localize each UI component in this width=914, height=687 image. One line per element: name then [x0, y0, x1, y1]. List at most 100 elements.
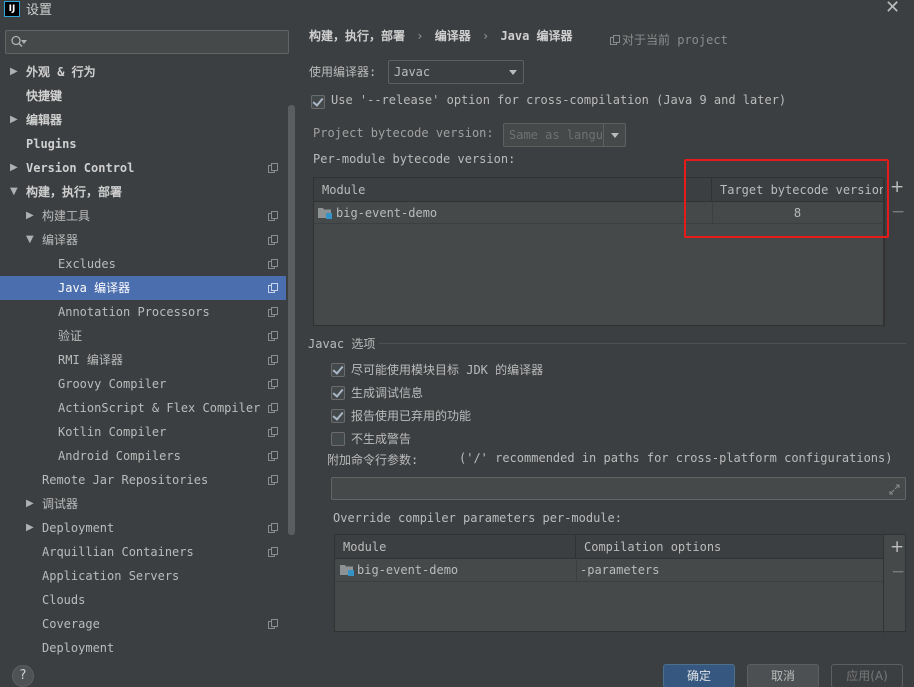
expand-icon[interactable]: [889, 484, 900, 495]
breadcrumb-item[interactable]: 编译器: [435, 29, 471, 43]
breadcrumb-current: Java 编译器: [500, 29, 573, 43]
copy-icon: [268, 451, 278, 461]
sidebar-item[interactable]: ▶ 编辑器: [0, 108, 286, 132]
sidebar-item[interactable]: Kotlin Compiler: [0, 420, 286, 444]
window-title: 设置: [26, 3, 53, 18]
javac-option-checkbox[interactable]: [331, 409, 345, 423]
remove-icon[interactable]: −: [891, 202, 905, 222]
search-input[interactable]: [5, 30, 289, 54]
chevron-right-icon[interactable]: ▶: [10, 156, 22, 180]
javac-option-label: 尽可能使用模块目标 JDK 的编译器: [351, 363, 544, 377]
sidebar-item-label: 构建，执行，部署: [26, 185, 123, 199]
extra-params-hint: ('/' recommended in paths for cross-plat…: [459, 451, 893, 465]
sidebar-item[interactable]: Coverage: [0, 612, 286, 636]
sidebar-item-label: Annotation Processors: [58, 305, 210, 319]
compiler-label: 使用编译器:: [309, 65, 377, 79]
breadcrumb-item[interactable]: 构建，执行，部署: [309, 29, 405, 43]
sidebar-item-label: 构建工具: [42, 209, 91, 223]
search-history-dropdown-icon[interactable]: [21, 40, 27, 45]
sidebar-item[interactable]: ActionScript & Flex Compiler: [0, 396, 286, 420]
sidebar-item[interactable]: ▶ Version Control: [0, 156, 286, 180]
chevron-right-icon[interactable]: ▶: [10, 108, 22, 132]
sidebar-item-label: Excludes: [58, 257, 116, 271]
chevron-down-icon[interactable]: ▼: [10, 180, 22, 204]
release-option-checkbox[interactable]: [311, 95, 325, 109]
sidebar-item[interactable]: Plugins: [0, 132, 286, 156]
close-icon[interactable]: ✕: [885, 0, 900, 18]
sidebar-item[interactable]: ▶ 构建工具: [0, 204, 286, 228]
help-button[interactable]: ?: [12, 665, 34, 687]
chevron-right-icon[interactable]: ▶: [26, 492, 38, 516]
ok-button[interactable]: 确定: [663, 664, 735, 687]
copy-icon: [268, 211, 278, 221]
chevron-right-icon[interactable]: ▶: [26, 204, 38, 228]
copy-icon: [268, 427, 278, 437]
sidebar-item[interactable]: ▶ Deployment: [0, 516, 286, 540]
javac-option-checkbox[interactable]: [331, 432, 345, 446]
add-icon[interactable]: +: [890, 177, 904, 197]
javac-option-label: 不生成警告: [351, 432, 412, 446]
highlight-box: [684, 159, 889, 238]
copy-icon: [268, 331, 278, 341]
breadcrumb-separator: ›: [416, 29, 424, 43]
sidebar-item-label: Android Compilers: [58, 449, 181, 463]
sidebar-item-label: Deployment: [42, 641, 115, 655]
sidebar-item-label: Groovy Compiler: [58, 377, 167, 391]
column-divider: [576, 559, 577, 582]
chevron-down-icon[interactable]: ▼: [26, 228, 38, 252]
javac-option-checkbox[interactable]: [331, 386, 345, 400]
cancel-button[interactable]: 取消: [747, 664, 819, 687]
override-label: Override compiler parameters per-module:: [333, 511, 622, 525]
table-row[interactable]: big-event-demo -parameters: [335, 559, 883, 582]
intellij-logo-icon: IJ: [4, 1, 20, 17]
sidebar-item[interactable]: Application Servers: [0, 564, 286, 588]
sidebar-item-label: ActionScript & Flex Compiler: [58, 401, 261, 415]
javac-option-label: 报告使用已弃用的功能: [351, 409, 472, 423]
sidebar-item[interactable]: Clouds: [0, 588, 286, 612]
sidebar-item-label: 验证: [58, 329, 83, 343]
sidebar-item[interactable]: 快捷键: [0, 84, 286, 108]
javac-option-checkbox[interactable]: [331, 363, 345, 377]
copy-icon: [268, 259, 278, 269]
sidebar-item[interactable]: Deployment: [0, 636, 286, 655]
apply-button[interactable]: 应用(A): [831, 664, 903, 687]
extra-params-input[interactable]: [331, 477, 906, 500]
sidebar-item[interactable]: Arquillian Containers: [0, 540, 286, 564]
column-header-compilation-options[interactable]: Compilation options: [576, 535, 883, 559]
remove-icon[interactable]: −: [891, 562, 905, 582]
sidebar-item[interactable]: Annotation Processors: [0, 300, 286, 324]
title-bar: IJ 设置 ✕: [0, 0, 914, 22]
chevron-down-icon: [509, 70, 517, 75]
sidebar-item-label: Kotlin Compiler: [58, 425, 167, 439]
chevron-right-icon[interactable]: ▶: [10, 60, 22, 84]
sidebar-item[interactable]: ▶ 外观 & 行为: [0, 60, 286, 84]
sidebar-item[interactable]: Remote Jar Repositories: [0, 468, 286, 492]
dialog-footer: ? 确定 取消 应用(A): [0, 655, 914, 687]
sidebar-item[interactable]: Java 编译器: [0, 276, 286, 300]
sidebar-item[interactable]: 验证: [0, 324, 286, 348]
override-table: Module Compilation options big-event-dem…: [334, 534, 906, 633]
column-header-module[interactable]: Module: [314, 178, 712, 202]
sidebar-item-label: Remote Jar Repositories: [42, 473, 209, 487]
sidebar-item[interactable]: ▼ 构建，执行，部署: [0, 180, 286, 204]
chevron-right-icon[interactable]: ▶: [26, 516, 38, 540]
copy-icon: [610, 35, 620, 45]
copy-icon: [268, 403, 278, 413]
section-divider: [379, 343, 906, 344]
sidebar-item[interactable]: ▼ 编译器: [0, 228, 286, 252]
sidebar-item-label: Deployment: [42, 521, 115, 535]
compilation-options-value[interactable]: -parameters: [580, 559, 659, 581]
add-icon[interactable]: +: [890, 537, 904, 557]
sidebar-item[interactable]: Android Compilers: [0, 444, 286, 468]
sidebar-item[interactable]: Groovy Compiler: [0, 372, 286, 396]
sidebar-item-label: Java 编译器: [58, 281, 131, 295]
sidebar-item[interactable]: RMI 编译器: [0, 348, 286, 372]
sidebar-item[interactable]: Excludes: [0, 252, 286, 276]
compiler-select[interactable]: Javac: [388, 60, 524, 84]
sidebar-item[interactable]: ▶ 调试器: [0, 492, 286, 516]
sidebar-item-label: Coverage: [42, 617, 100, 631]
column-header-module[interactable]: Module: [335, 535, 576, 559]
project-bytecode-select[interactable]: Same as langu: [503, 123, 626, 147]
copy-icon: [268, 619, 278, 629]
sidebar-scrollbar[interactable]: [288, 105, 295, 535]
